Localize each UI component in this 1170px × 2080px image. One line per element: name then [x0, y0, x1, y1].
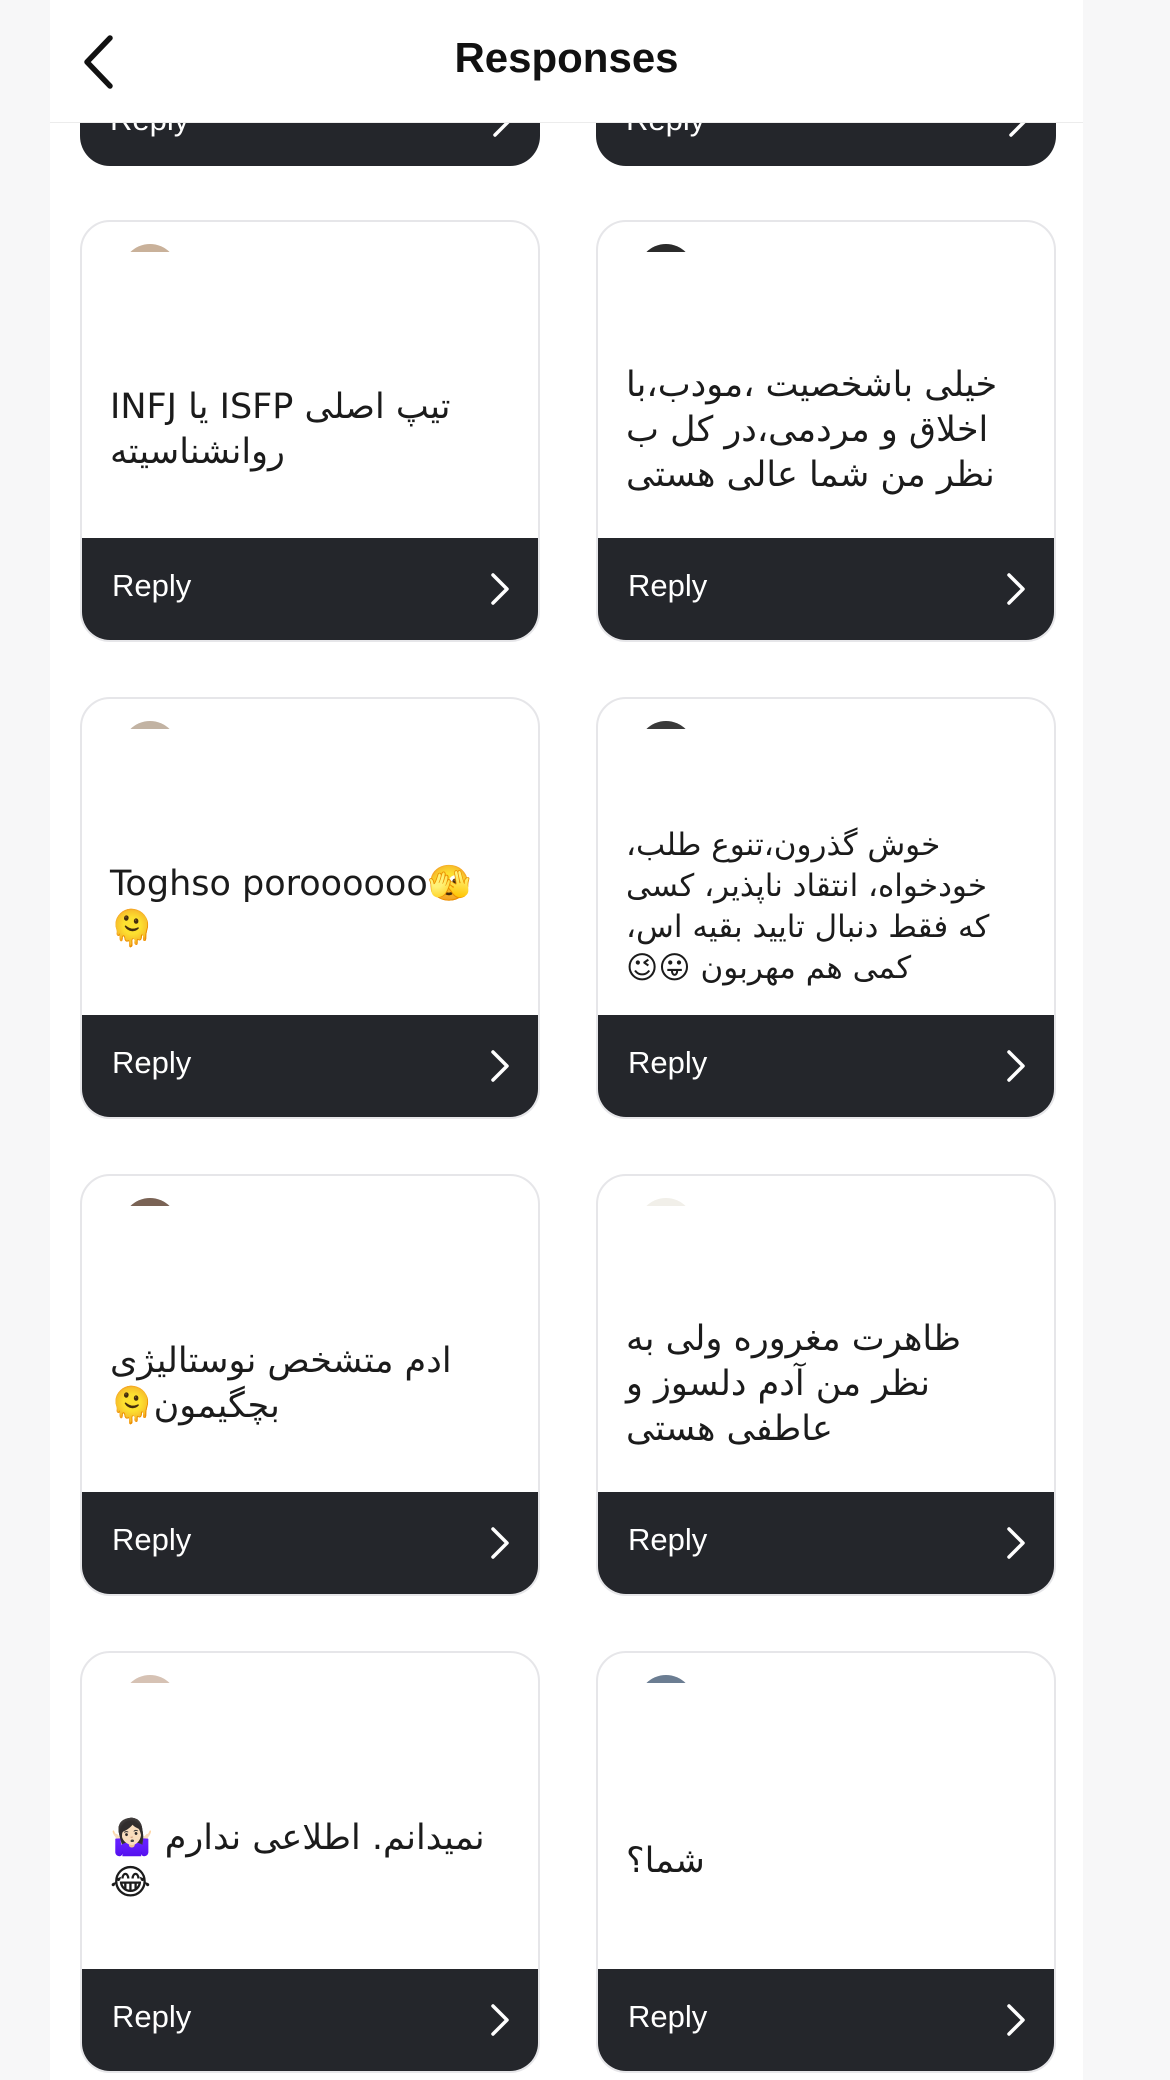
response-card: خوش گذرون،تنوع طلب، خودخواه، انتقاد ناپذ…: [596, 697, 1056, 1119]
reply-label: Reply: [112, 1522, 192, 1557]
response-text: خیلی باشخصیت ،مودب،با اخلاق و مردمی،در ک…: [626, 364, 998, 495]
reply-button[interactable]: Reply: [598, 1015, 1054, 1117]
chevron-right-icon: [1007, 573, 1025, 605]
chevron-right-icon: [1007, 2004, 1025, 2036]
response-card: تیپ اصلی ISFP یا INFJ روانشناسیته Reply: [80, 220, 540, 642]
response-text: ادم متشخص نوستالیژی بچگیمون🫠: [110, 1341, 452, 1426]
reply-button[interactable]: Reply: [82, 1969, 538, 2071]
response-text: خوش گذرون،تنوع طلب، خودخواه، انتقاد ناپذ…: [626, 827, 990, 986]
chevron-right-icon: [491, 2004, 509, 2036]
reply-button[interactable]: Reply: [82, 538, 538, 640]
response-text: نمیدانم. اطلاعی ندارم 🤷🏻‍♀️😂: [110, 1818, 485, 1903]
responses-screen: Reply Reply تیپ اصلی ISFP یا INFJ روانشن…: [50, 0, 1083, 2080]
top-bar: Responses: [50, 0, 1083, 123]
response-card: شما؟ Reply: [596, 1651, 1056, 2073]
chevron-right-icon: [491, 1527, 509, 1559]
reply-label: Reply: [628, 568, 708, 603]
response-card: Toghso poroooooo🫣🫠 Reply: [80, 697, 540, 1119]
chevron-right-icon: [1007, 1527, 1025, 1559]
reply-button[interactable]: Reply: [82, 1492, 538, 1594]
partial-reply-bar-left[interactable]: Reply: [80, 118, 540, 166]
response-card: نمیدانم. اطلاعی ندارم 🤷🏻‍♀️😂 Reply: [80, 1651, 540, 2073]
response-text: شما؟: [626, 1840, 705, 1881]
reply-button[interactable]: Reply: [598, 538, 1054, 640]
response-text: تیپ اصلی ISFP یا INFJ روانشناسیته: [110, 387, 451, 472]
reply-button[interactable]: Reply: [598, 1492, 1054, 1594]
reply-label: Reply: [112, 568, 192, 603]
response-text: ظاهرت مغروره ولی به نظر من آدم دلسوز و ع…: [626, 1318, 961, 1449]
page-title: Responses: [454, 34, 679, 81]
reply-label: Reply: [628, 1999, 708, 2034]
chevron-right-icon: [1007, 1050, 1025, 1082]
reply-button[interactable]: Reply: [82, 1015, 538, 1117]
response-card: ظاهرت مغروره ولی به نظر من آدم دلسوز و ع…: [596, 1174, 1056, 1596]
reply-label: Reply: [112, 1999, 192, 2034]
partial-reply-bar-right[interactable]: Reply: [596, 118, 1056, 166]
reply-label: Reply: [628, 1522, 708, 1557]
chevron-right-icon: [491, 573, 509, 605]
reply-button[interactable]: Reply: [598, 1969, 1054, 2071]
reply-label: Reply: [628, 1045, 708, 1080]
response-card: خیلی باشخصیت ،مودب،با اخلاق و مردمی،در ک…: [596, 220, 1056, 642]
response-text: Toghso poroooooo🫣🫠: [110, 864, 472, 949]
chevron-right-icon: [491, 1050, 509, 1082]
response-card: ادم متشخص نوستالیژی بچگیمون🫠 Reply: [80, 1174, 540, 1596]
reply-label: Reply: [112, 1045, 192, 1080]
